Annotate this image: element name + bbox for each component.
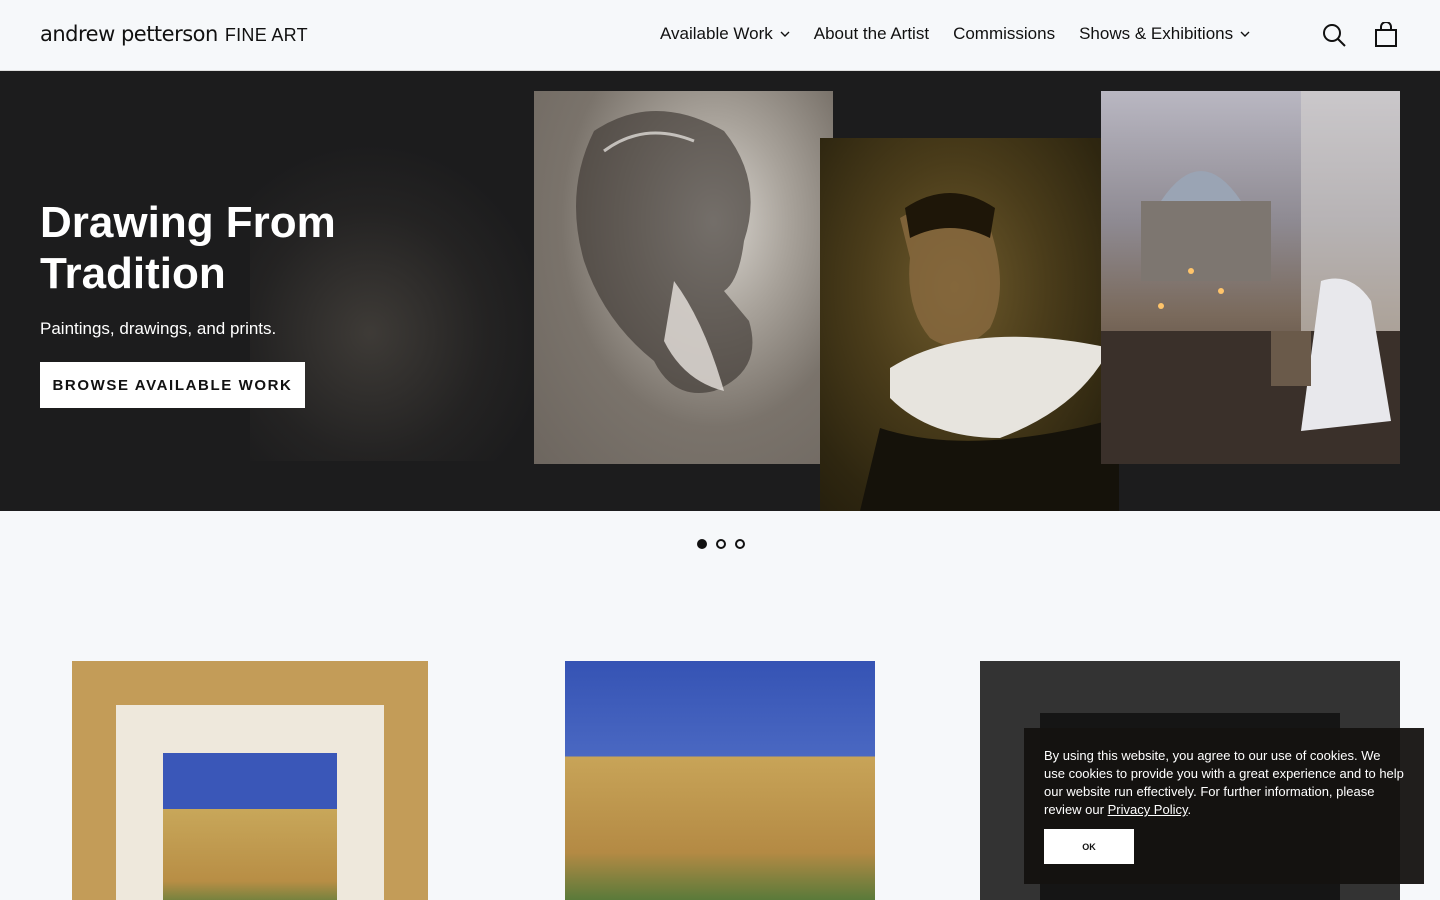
product-image-painting[interactable] [565, 661, 875, 900]
main-nav: Available Work About the Artist Commissi… [660, 24, 1250, 44]
nav-item-shows-exhibitions[interactable]: Shows & Exhibitions [1079, 24, 1250, 44]
slide-dot-1[interactable] [697, 539, 707, 549]
cookie-banner: By using this website, you agree to our … [1024, 728, 1424, 884]
nav-item-commissions[interactable]: Commissions [953, 24, 1055, 44]
chevron-down-icon [1240, 31, 1250, 37]
site-logo[interactable]: andrew petterson FINE ART [40, 22, 308, 48]
search-icon[interactable] [1321, 22, 1347, 48]
nav-item-available-work[interactable]: Available Work [660, 24, 790, 44]
hero-title: Drawing From Tradition [40, 198, 336, 298]
cookie-period: . [1187, 802, 1192, 817]
hero-subtitle: Paintings, drawings, and prints. [40, 319, 277, 338]
nav-label: About the Artist [813, 24, 930, 43]
site-header: andrew petterson FINE ART Available Work… [0, 0, 1440, 71]
cookie-text: By using this website, you agree to our … [1044, 747, 1404, 819]
logo-main-text: andrew petterson [40, 22, 218, 46]
slide-dot-2[interactable] [716, 539, 726, 549]
cookie-message: By using this website, you agree to our … [1044, 748, 1404, 817]
cart-icon[interactable] [1373, 22, 1399, 48]
nav-label: Shows & Exhibitions [1079, 24, 1234, 43]
hero-slide: Drawing From Tradition Paintings, drawin… [0, 71, 1440, 511]
cookie-ok-button[interactable]: OK [1044, 829, 1134, 864]
nav-item-about-the-artist[interactable]: About the Artist [814, 24, 929, 44]
ruff-portrait-image [820, 138, 1119, 511]
browse-available-work-button[interactable]: BROWSE AVAILABLE WORK [40, 362, 305, 408]
slide-dot-3[interactable] [735, 539, 745, 549]
nav-label: Available Work [660, 24, 773, 43]
hero-background-figure [250, 141, 550, 461]
slider-dots [697, 539, 745, 549]
rome-street-painter-image [1101, 91, 1400, 464]
privacy-policy-link[interactable]: Privacy Policy [1108, 802, 1188, 817]
product-image-framed-painting[interactable] [72, 661, 428, 900]
logo-sub-text: FINE ART [224, 25, 308, 45]
nav-label: Commissions [953, 24, 1056, 43]
painting-image [163, 753, 337, 900]
chevron-down-icon [780, 31, 790, 37]
charcoal-portrait-image [534, 91, 833, 464]
